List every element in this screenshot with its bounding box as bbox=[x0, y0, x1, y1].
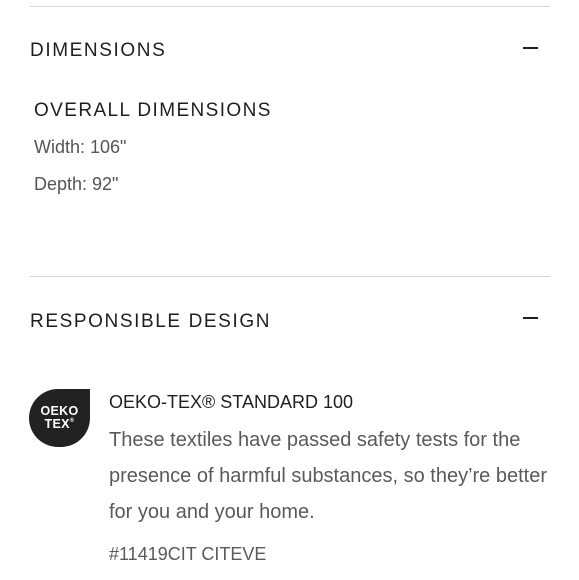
oeko-tex-logo-line2: TEX® bbox=[44, 417, 75, 431]
overall-dimensions-heading: OVERALL DIMENSIONS bbox=[34, 100, 272, 121]
top-divider bbox=[30, 6, 550, 7]
certification-description: These textiles have passed safety tests … bbox=[109, 429, 548, 523]
dimensions-heading: DIMENSIONS bbox=[30, 40, 167, 61]
section-divider bbox=[30, 276, 550, 277]
responsible-design-collapse-button[interactable] bbox=[521, 306, 541, 330]
certification-title: OEKO-TEX® STANDARD 100 bbox=[109, 392, 353, 412]
dimensions-collapse-button[interactable] bbox=[521, 36, 541, 60]
responsible-design-heading: RESPONSIBLE DESIGN bbox=[30, 311, 272, 332]
width-value: Width: 106" bbox=[34, 137, 127, 157]
minus-icon bbox=[523, 317, 538, 319]
certification-code: #11419CIT CITEVE bbox=[109, 544, 267, 564]
oeko-tex-logo: OEKO TEX® bbox=[29, 389, 90, 447]
minus-icon bbox=[523, 47, 538, 49]
depth-value: Depth: 92" bbox=[34, 174, 119, 194]
